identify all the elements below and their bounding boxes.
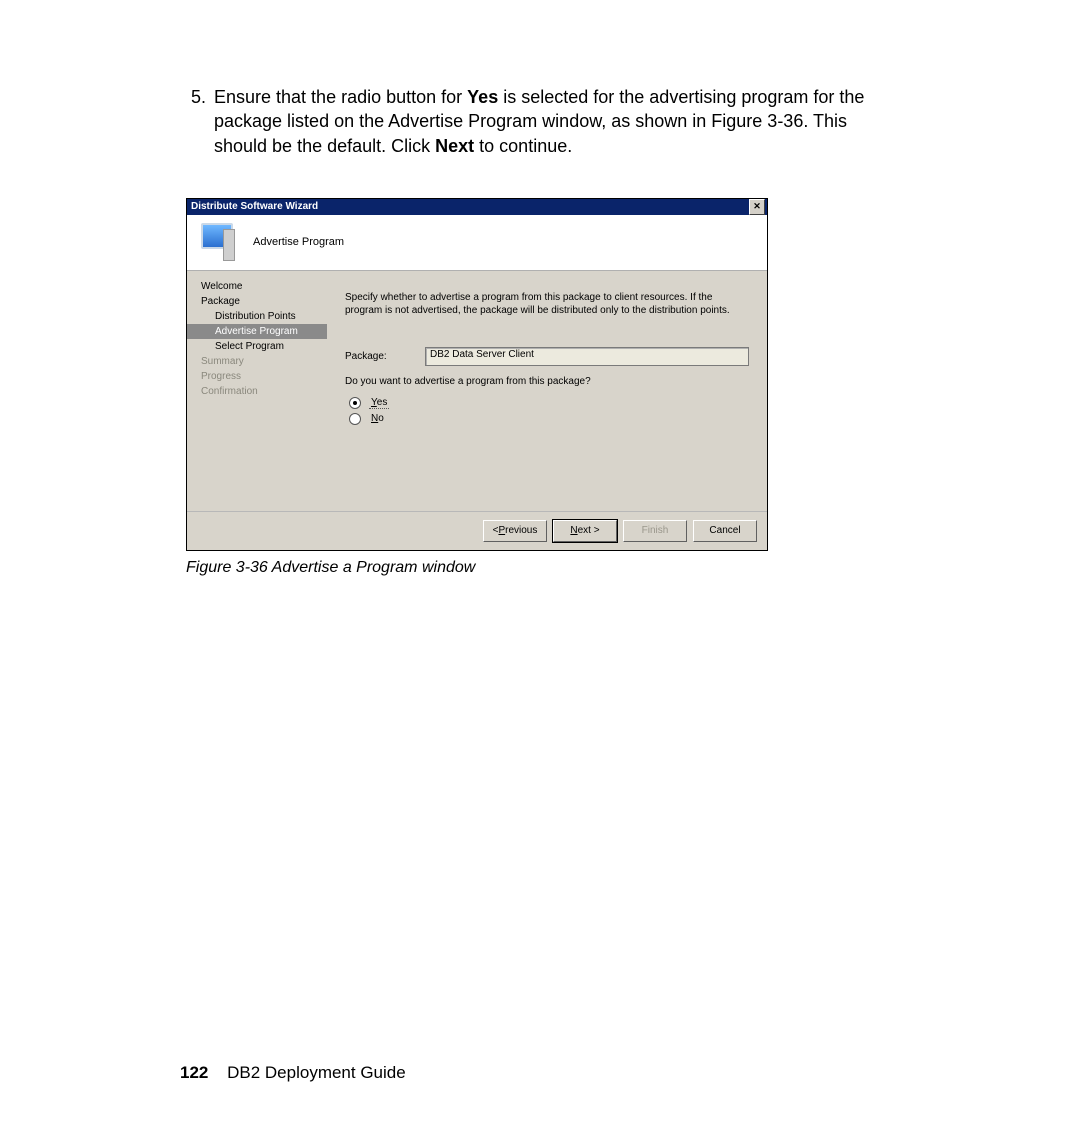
banner-title: Advertise Program — [253, 236, 344, 248]
step-5: 5. Ensure that the radio button for Yes … — [180, 85, 900, 158]
page-footer: 122 DB2 Deployment Guide — [180, 1063, 406, 1083]
book-title: DB2 Deployment Guide — [227, 1063, 406, 1082]
package-label: Package: — [345, 351, 425, 362]
radio-yes[interactable] — [349, 397, 361, 409]
next-button[interactable]: Next > — [553, 520, 617, 542]
radio-yes-row[interactable]: Yes — [349, 397, 749, 409]
wizard-content: Specify whether to advertise a program f… — [327, 271, 767, 511]
description-text: Specify whether to advertise a program f… — [345, 291, 749, 317]
close-icon: ✕ — [753, 201, 761, 212]
nav-advertise-program[interactable]: Advertise Program — [187, 324, 327, 339]
wizard-nav: Welcome Package Distribution Points Adve… — [187, 271, 327, 511]
close-button[interactable]: ✕ — [749, 199, 765, 215]
banner: Advertise Program — [187, 215, 767, 271]
radio-no-label: No — [369, 413, 386, 424]
page-number: 122 — [180, 1063, 208, 1082]
nav-select-program[interactable]: Select Program — [187, 339, 327, 354]
nav-summary: Summary — [187, 354, 327, 369]
radio-no[interactable] — [349, 413, 361, 425]
window-title: Distribute Software Wizard — [191, 201, 318, 212]
radio-no-row[interactable]: No — [349, 413, 749, 425]
package-field: DB2 Data Server Client — [425, 347, 749, 366]
figure-caption: Figure 3-36 Advertise a Program window — [186, 559, 900, 577]
step-body: Ensure that the radio button for Yes is … — [214, 85, 900, 158]
advertise-question: Do you want to advertise a program from … — [345, 376, 749, 387]
cancel-button[interactable]: Cancel — [693, 520, 757, 542]
nav-progress: Progress — [187, 369, 327, 384]
radio-yes-label: Yes — [369, 397, 389, 409]
wizard-window: Distribute Software Wizard ✕ Advertise P… — [186, 198, 768, 551]
nav-distribution-points[interactable]: Distribution Points — [187, 309, 327, 324]
nav-package[interactable]: Package — [187, 294, 327, 309]
nav-confirmation: Confirmation — [187, 384, 327, 399]
nav-welcome[interactable]: Welcome — [187, 279, 327, 294]
step-number: 5. — [180, 85, 206, 158]
button-bar: < Previous Next > Finish Cancel — [187, 511, 767, 550]
previous-button[interactable]: < Previous — [483, 520, 547, 542]
computer-icon — [197, 223, 235, 261]
title-bar: Distribute Software Wizard ✕ — [187, 199, 767, 215]
finish-button: Finish — [623, 520, 687, 542]
